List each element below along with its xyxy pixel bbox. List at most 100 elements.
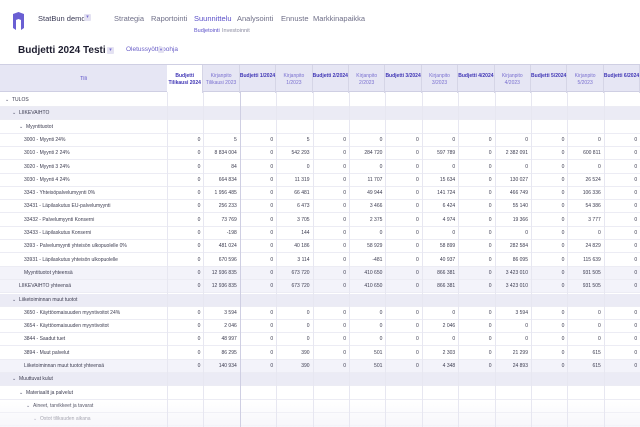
value-cell[interactable]: 0 xyxy=(604,200,637,213)
group-row[interactable]: ⌄ Muuttuvat kulut xyxy=(0,373,640,387)
expand-chevron-icon[interactable]: ⌄ xyxy=(26,400,30,413)
value-cell[interactable]: 0 xyxy=(167,360,201,373)
value-cell[interactable]: 0 xyxy=(458,267,492,280)
value-cell[interactable]: 0 xyxy=(531,267,565,280)
value-cell[interactable]: 0 xyxy=(240,360,273,373)
value-cell[interactable]: 0 xyxy=(167,174,201,187)
column-header[interactable]: Kirjanpito 3/2023 xyxy=(422,65,459,93)
value-cell[interactable]: 0 xyxy=(167,200,201,213)
value-cell[interactable]: 0 xyxy=(240,320,273,333)
value-cell[interactable]: 0 xyxy=(604,240,637,253)
nav-strategia[interactable]: Strategia xyxy=(114,14,144,23)
expand-chevron-icon[interactable]: ⌄ xyxy=(12,294,16,307)
value-cell[interactable]: 0 xyxy=(167,214,201,227)
value-cell[interactable]: 0 xyxy=(167,187,201,200)
value-cell[interactable]: 0 xyxy=(531,134,565,147)
column-header[interactable]: Budjetti 5/2024 xyxy=(531,65,568,93)
value-cell[interactable]: 0 xyxy=(531,214,565,227)
value-cell[interactable]: 0 xyxy=(240,227,273,240)
title-chevron-down-icon[interactable]: ▾ xyxy=(107,47,114,54)
value-cell[interactable]: 0 xyxy=(167,147,201,160)
value-cell[interactable]: 0 xyxy=(604,347,637,360)
value-cell[interactable]: 0 xyxy=(385,333,419,346)
total-row[interactable]: Liiketoiminnan muut tuotot yhteensä 0 140 … xyxy=(0,360,640,373)
value-cell[interactable]: 0 xyxy=(313,161,346,174)
value-cell[interactable]: 0 xyxy=(531,333,565,346)
value-cell[interactable]: 0 xyxy=(313,200,346,213)
nav-ennuste[interactable]: Ennuste xyxy=(281,14,309,23)
app-menu-chevron-down-icon[interactable]: ▾ xyxy=(84,14,91,21)
value-cell[interactable]: 0 xyxy=(385,161,419,174)
value-cell[interactable]: 0 xyxy=(385,227,419,240)
value-cell[interactable]: 0 xyxy=(385,307,419,320)
value-cell[interactable]: 0 xyxy=(240,161,273,174)
value-cell[interactable]: 0 xyxy=(531,174,565,187)
subnav-budjetointi[interactable]: Budjetointi xyxy=(194,28,220,34)
value-cell[interactable]: 0 xyxy=(313,360,346,373)
value-cell[interactable]: 0 xyxy=(458,240,492,253)
value-cell[interactable]: 0 xyxy=(458,360,492,373)
table-row[interactable]: 3030 - Myynti 4 24% 0 664 834 0 11 319 0 11 70… xyxy=(0,174,640,187)
value-cell[interactable]: 0 xyxy=(313,227,346,240)
value-cell[interactable]: 0 xyxy=(240,280,273,293)
table-row[interactable]: 3654 - Käyttöomaisuuden myyntivoitot 0 2 0… xyxy=(0,320,640,334)
column-header[interactable]: Kirjanpito 5/2023 xyxy=(567,65,604,93)
value-cell[interactable]: 0 xyxy=(167,161,201,174)
table-row[interactable]: 3650 - Käyttöomaisuuden myyntivoitot 24%… xyxy=(0,307,640,320)
value-cell[interactable]: 0 xyxy=(385,174,419,187)
value-cell[interactable]: 0 xyxy=(240,147,273,160)
column-header[interactable]: Kirjanpito 2/2023 xyxy=(349,65,386,93)
value-cell[interactable]: 0 xyxy=(604,214,637,227)
value-cell[interactable]: 0 xyxy=(458,227,492,240)
table-row[interactable]: 33931 - Läpilaskutus yhteisön ulkopuolel… xyxy=(0,254,640,267)
table-row[interactable]: 33432 - Palvelumyynti Konserni 0 73 769 0 3 … xyxy=(0,214,640,227)
value-cell[interactable]: 0 xyxy=(604,227,637,240)
table-row[interactable]: 3844 - Saadut tuet 0 48 997 0 0 0 0 0 0 0 0 0 0 0 xyxy=(0,333,640,347)
nav-markkinapaikka[interactable]: Markkinapaikka xyxy=(313,14,365,23)
value-cell[interactable]: 0 xyxy=(240,267,273,280)
value-cell[interactable]: 0 xyxy=(167,267,201,280)
value-cell[interactable]: 0 xyxy=(385,254,419,267)
value-cell[interactable]: 0 xyxy=(167,240,201,253)
expand-chevron-icon[interactable]: ⌄ xyxy=(33,413,37,426)
template-selector[interactable]: Oletussyöttöpohja xyxy=(126,46,178,53)
group-row[interactable]: ⌄ Materiaalit ja palvelut xyxy=(0,387,640,400)
value-cell[interactable]: 0 xyxy=(604,254,637,267)
value-cell[interactable]: 0 xyxy=(167,307,201,320)
nav-analysointi[interactable]: Analysointi xyxy=(237,14,273,23)
value-cell[interactable]: 0 xyxy=(167,280,201,293)
value-cell[interactable]: 0 xyxy=(240,200,273,213)
value-cell[interactable]: 0 xyxy=(240,187,273,200)
table-row[interactable]: 3010 - Myynti 2 24% 0 8 834 004 0 542 293 0 28… xyxy=(0,147,640,161)
value-cell[interactable]: 0 xyxy=(313,240,346,253)
column-header[interactable]: Budjetti 2/2024 xyxy=(313,65,349,93)
table-row[interactable]: 33433 - Läpilaskutus Konserni 0 -198 0 144 0 0… xyxy=(0,227,640,240)
value-cell[interactable]: 0 xyxy=(458,254,492,267)
value-cell[interactable]: 0 xyxy=(167,254,201,267)
column-header[interactable]: Budjetti Tilikausi 2024 xyxy=(167,65,204,93)
template-chevron-down-icon[interactable]: ▾ xyxy=(158,47,164,53)
value-cell[interactable]: 0 xyxy=(604,333,637,346)
value-cell[interactable]: 0 xyxy=(313,174,346,187)
expand-chevron-icon[interactable]: ⌄ xyxy=(12,107,16,120)
value-cell[interactable]: 0 xyxy=(458,174,492,187)
value-cell[interactable]: 0 xyxy=(604,307,637,320)
value-cell[interactable]: 0 xyxy=(240,174,273,187)
value-cell[interactable]: 0 xyxy=(167,320,201,333)
value-cell[interactable]: 0 xyxy=(531,240,565,253)
value-cell[interactable]: 0 xyxy=(385,134,419,147)
value-cell[interactable]: 0 xyxy=(313,280,346,293)
value-cell[interactable]: 0 xyxy=(604,267,637,280)
table-row[interactable]: 3393 - Palvelumyynti yhteisön ulkopuolel… xyxy=(0,240,640,254)
nav-raportointi[interactable]: Raportointi xyxy=(151,14,187,23)
value-cell[interactable]: 0 xyxy=(604,280,637,293)
column-header[interactable]: Budjetti 3/2024 xyxy=(385,65,422,93)
column-header[interactable]: Kirjanpito 4/2023 xyxy=(495,65,531,93)
value-cell[interactable]: 0 xyxy=(385,320,419,333)
expand-chevron-icon[interactable]: ⌄ xyxy=(5,94,9,107)
value-cell[interactable]: 0 xyxy=(531,320,565,333)
value-cell[interactable]: 0 xyxy=(313,267,346,280)
value-cell[interactable]: 0 xyxy=(313,187,346,200)
value-cell[interactable]: 0 xyxy=(385,147,419,160)
value-cell[interactable]: 0 xyxy=(313,254,346,267)
